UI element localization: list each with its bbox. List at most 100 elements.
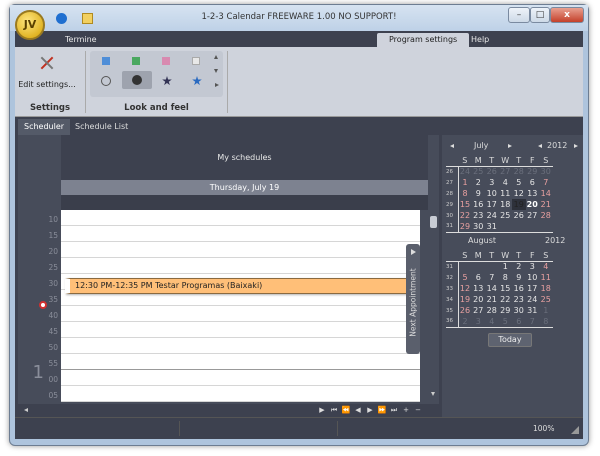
calendar-day[interactable]: 23 [512,294,526,305]
gallery-scroll-buttons[interactable] [214,55,219,93]
nav-button-1[interactable]: ⏮ [328,406,340,415]
calendar-day[interactable]: 3 [485,177,499,188]
calendar-day[interactable]: 4 [499,177,513,188]
calendar-day[interactable]: 18 [499,199,513,210]
nav-button-4[interactable]: ▶ [364,406,376,414]
calendar-day[interactable]: 24 [457,166,472,177]
calendar-day[interactable]: 16 [512,283,526,294]
blue-theme-icon[interactable] [102,57,110,65]
calendar-day[interactable]: 1 [539,305,553,316]
time-slot-row[interactable] [61,386,420,402]
calendar-day[interactable]: 25 [539,294,553,305]
resize-grip[interactable] [571,426,579,434]
calendar-day[interactable]: 20 [526,199,540,210]
circle-theme-icon[interactable] [101,76,111,86]
time-slot-row[interactable] [61,258,420,274]
silver-theme-icon[interactable] [192,57,200,65]
calendar-day[interactable]: 4 [485,316,499,327]
calendar-day[interactable]: 29 [457,221,472,232]
time-slot-row[interactable] [61,354,420,370]
tab-scheduler[interactable]: Scheduler [18,119,71,135]
calendar-day[interactable]: 20 [472,294,486,305]
minimize-button[interactable]: – [508,7,530,23]
nav-button-7[interactable]: + [400,406,412,414]
calendar-day[interactable]: 1 [457,177,472,188]
tab-help[interactable]: Help [463,33,497,47]
calendar-day[interactable]: 17 [526,283,540,294]
calendar-day[interactable]: 8 [499,272,513,283]
pink-theme-icon[interactable] [162,57,170,65]
calendar-day[interactable]: 6 [526,177,540,188]
next-month-button[interactable] [508,144,512,148]
scroll-left-arrow[interactable] [24,408,28,412]
calendar-day[interactable]: 2 [457,316,472,327]
prev-year-button[interactable] [538,144,542,148]
nav-button-2[interactable]: ⏪ [340,406,352,414]
calendar-day[interactable]: 5 [499,316,513,327]
appointment[interactable]: 12:30 PM-12:35 PM Testar Programas (Baix… [65,278,408,294]
calendar-day[interactable]: 30 [539,166,553,177]
nav-button-8[interactable]: − [412,406,424,414]
calendar-day[interactable]: 18 [539,283,553,294]
calendar-day[interactable]: 7 [526,316,540,327]
calendar-day[interactable]: 5 [512,177,526,188]
calendar-day[interactable]: 23 [472,210,486,221]
calendar-day[interactable]: 7 [539,177,553,188]
star-theme-icon[interactable] [162,76,172,86]
time-slot-row[interactable] [61,242,420,258]
calendar-day[interactable]: 15 [499,283,513,294]
time-slot-row[interactable] [61,322,420,338]
next-year-button[interactable] [574,144,578,148]
all-day-area[interactable] [61,195,428,210]
calendar-day[interactable]: 14 [539,188,553,199]
calendar-day[interactable]: 9 [512,272,526,283]
scrollbar-thumb[interactable] [430,216,437,228]
calendar-day[interactable]: 29 [499,305,513,316]
calendar-day[interactable]: 10 [526,272,540,283]
prev-month-button[interactable] [450,144,454,148]
nav-button-0[interactable]: ▶ [316,406,328,414]
calendar-day[interactable]: 6 [512,316,526,327]
calendar-day[interactable]: 26 [512,210,526,221]
calendar-day[interactable]: 5 [457,272,472,283]
calendar-day[interactable]: 3 [472,316,486,327]
calendar-day[interactable]: 15 [457,199,472,210]
calendar-day[interactable]: 28 [539,210,553,221]
tab-program-settings[interactable]: Program settings [377,33,470,47]
calendar-day[interactable]: 28 [485,305,499,316]
nav-button-3[interactable]: ◀ [352,406,364,414]
calendar-day[interactable]: 22 [457,210,472,221]
calendar-day[interactable]: 21 [485,294,499,305]
time-slot-row[interactable] [61,210,420,226]
calendar-day[interactable]: 19 [457,294,472,305]
dark-theme-selected[interactable] [122,71,152,89]
calendar-day[interactable]: 26 [457,305,472,316]
today-button[interactable]: Today [488,333,532,347]
calendar-day[interactable]: 25 [472,166,486,177]
calendar-day[interactable]: 27 [526,210,540,221]
calendar-day[interactable]: 25 [499,210,513,221]
calendar-day[interactable]: 11 [539,272,553,283]
time-slot-row[interactable] [61,338,420,354]
vertical-scrollbar[interactable] [428,210,439,404]
calendar-day[interactable]: 12 [512,188,526,199]
calendar-day[interactable]: 17 [485,199,499,210]
nav-button-5[interactable]: ⏩ [376,406,388,414]
calendar-day[interactable]: 6 [472,272,486,283]
calendar-day[interactable]: 24 [526,294,540,305]
time-slot-row[interactable] [61,306,420,322]
calendar-day[interactable]: 22 [499,294,513,305]
calendar-day[interactable]: 28 [512,166,526,177]
blue-star-theme-icon[interactable] [192,76,202,86]
calendar-day[interactable]: 2 [512,261,526,272]
tab-schedule-list[interactable]: Schedule List [69,119,134,135]
calendar-day[interactable]: 8 [457,188,472,199]
calendar-day[interactable]: 13 [472,283,486,294]
calendar-day[interactable]: 26 [485,166,499,177]
calendar-day[interactable]: 2 [472,177,486,188]
folder-icon[interactable] [82,13,93,24]
calendar-day[interactable]: 1 [499,261,513,272]
calendar-day[interactable]: 8 [539,316,553,327]
nav-button-6[interactable]: ⏭ [388,406,400,415]
calendar-day[interactable]: 13 [526,188,540,199]
